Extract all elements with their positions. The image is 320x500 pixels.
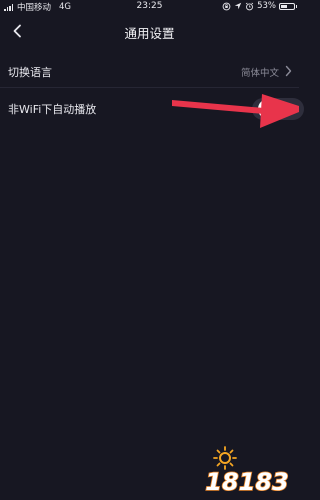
site-watermark: 18183 <box>204 446 290 496</box>
watermark-text: 18183 <box>205 468 289 496</box>
annotation-arrow <box>172 94 299 128</box>
arrow-head <box>260 94 299 128</box>
arrow-shaft <box>172 100 264 114</box>
sun-icon <box>213 446 237 470</box>
